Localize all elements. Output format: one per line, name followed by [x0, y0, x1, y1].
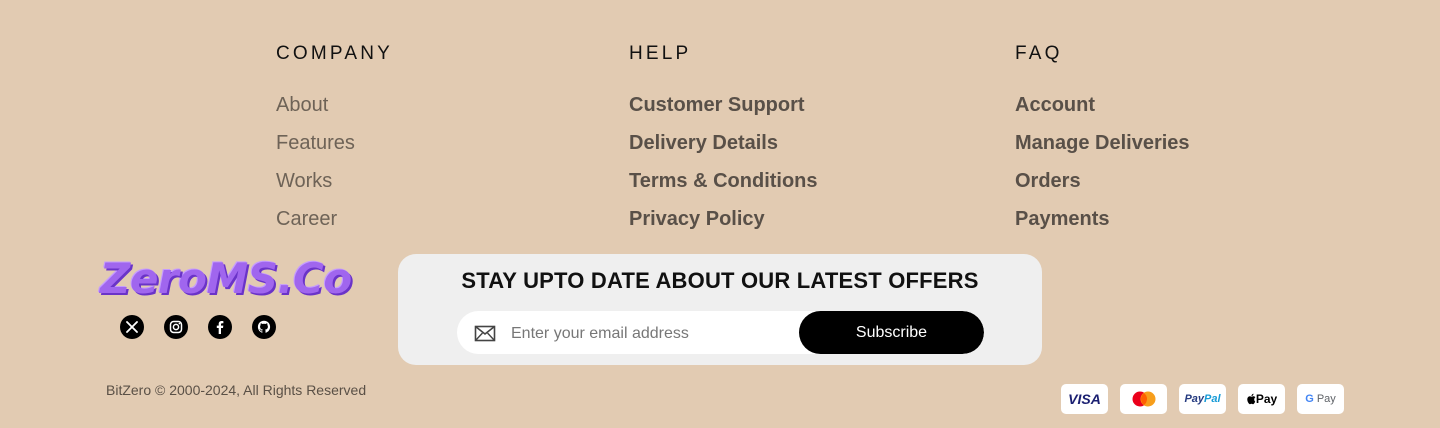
mastercard-icon	[1120, 384, 1167, 414]
apple-pay-icon: Pay	[1238, 384, 1285, 414]
link-terms-conditions[interactable]: Terms & Conditions	[629, 170, 818, 192]
link-list-faq: Account Manage Deliveries Orders Payment…	[1015, 86, 1190, 238]
link-about[interactable]: About	[276, 94, 328, 116]
mail-icon	[474, 325, 496, 342]
link-orders[interactable]: Orders	[1015, 170, 1081, 192]
link-list-help: Customer Support Delivery Details Terms …	[629, 86, 818, 238]
link-list-company: About Features Works Career	[276, 86, 393, 238]
apple-logo-icon	[1247, 393, 1256, 405]
column-heading-company: COMPANY	[276, 43, 394, 64]
newsletter-box: STAY UPTO DATE ABOUT OUR LATEST OFFERS S…	[398, 254, 1042, 365]
google-pay-label: Pay	[1316, 393, 1336, 405]
visa-label: VISA	[1068, 391, 1101, 407]
visa-icon: VISA	[1061, 384, 1108, 414]
paypal-label-pay: Pay	[1184, 393, 1205, 405]
apple-pay-label: Pay	[1255, 392, 1278, 406]
footer-column-help: HELP Customer Support Delivery Details T…	[629, 40, 818, 238]
paypal-icon: Pay Pal	[1179, 384, 1226, 414]
link-manage-deliveries[interactable]: Manage Deliveries	[1015, 132, 1190, 154]
column-heading-faq: FAQ	[1015, 43, 1063, 64]
brand-logo[interactable]: ZeroMS.Co	[100, 254, 352, 303]
newsletter-heading: STAY UPTO DATE ABOUT OUR LATEST OFFERS	[461, 268, 979, 293]
link-payments[interactable]: Payments	[1015, 208, 1110, 230]
google-g-label: G	[1305, 393, 1314, 405]
google-pay-icon: G Pay	[1297, 384, 1344, 414]
email-input[interactable]	[509, 311, 793, 354]
payment-methods: VISA Pay Pal Pay G Pay	[1061, 384, 1344, 414]
link-account[interactable]: Account	[1015, 94, 1095, 116]
link-career[interactable]: Career	[276, 208, 337, 230]
link-privacy-policy[interactable]: Privacy Policy	[629, 208, 765, 230]
link-delivery-details[interactable]: Delivery Details	[629, 132, 778, 154]
link-customer-support[interactable]: Customer Support	[629, 94, 805, 116]
instagram-icon[interactable]	[164, 315, 188, 339]
subscribe-button[interactable]: Subscribe	[799, 311, 984, 354]
link-features[interactable]: Features	[276, 132, 355, 154]
copyright-text: BitZero © 2000-2024, All Rights Reserved	[106, 382, 367, 398]
x-icon[interactable]	[120, 315, 144, 339]
social-links	[120, 315, 276, 339]
footer-column-company: COMPANY About Features Works Career	[276, 40, 393, 238]
email-input-wrapper: Subscribe	[457, 311, 984, 354]
footer-column-faq: FAQ Account Manage Deliveries Orders Pay…	[1015, 40, 1190, 238]
paypal-label-pal: Pal	[1204, 393, 1221, 405]
link-works[interactable]: Works	[276, 170, 332, 192]
facebook-icon[interactable]	[208, 315, 232, 339]
column-heading-help: HELP	[629, 43, 692, 64]
github-icon[interactable]	[252, 315, 276, 339]
